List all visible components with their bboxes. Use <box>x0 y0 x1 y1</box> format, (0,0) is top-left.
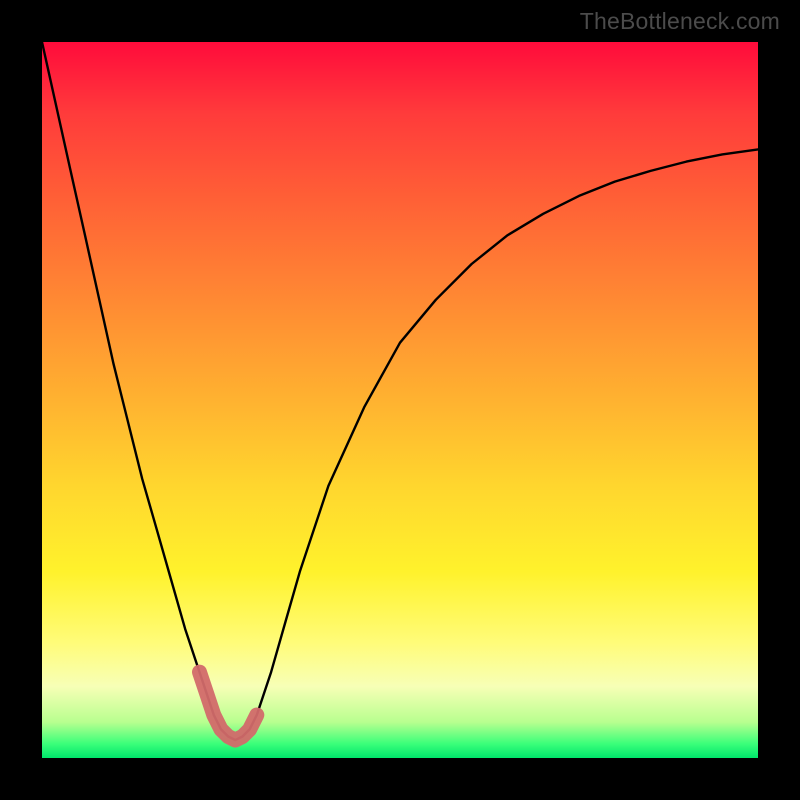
chart-frame: TheBottleneck.com <box>0 0 800 800</box>
minimum-highlight <box>200 672 257 740</box>
plot-area <box>42 42 758 758</box>
curve-layer <box>42 42 758 758</box>
watermark-text: TheBottleneck.com <box>580 8 780 35</box>
bottleneck-curve <box>42 42 758 740</box>
